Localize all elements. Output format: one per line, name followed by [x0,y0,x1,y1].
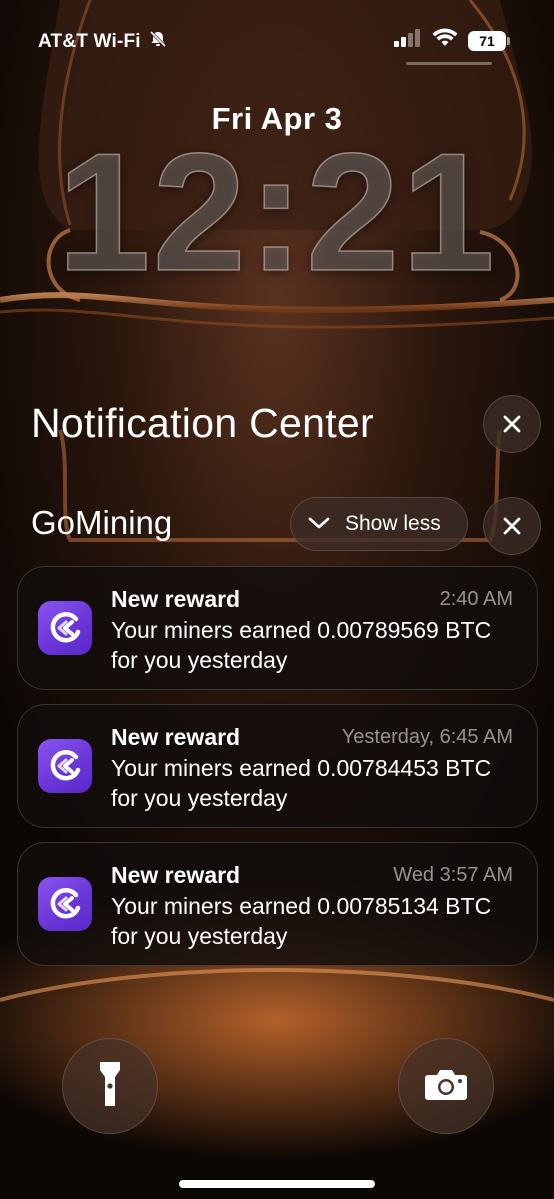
notification-card[interactable]: New reward 2:40 AM Your miners earned 0.… [17,566,538,690]
silent-bell-icon [149,30,167,54]
notification-card[interactable]: New reward Wed 3:57 AM Your miners earne… [17,842,538,966]
carrier-label: AT&T Wi-Fi [38,31,141,52]
home-indicator[interactable] [179,1180,375,1188]
notification-time: Wed 3:57 AM [393,864,513,886]
show-less-button[interactable]: Show less [290,497,468,551]
cellular-signal-icon [394,29,422,52]
close-icon [502,516,522,536]
wifi-icon [432,28,458,53]
battery-level: 71 [479,32,495,49]
notification-body: Your miners earned 0.00785134 BTC for yo… [111,893,492,949]
group-clear-button[interactable] [483,497,541,555]
notification-center-title: Notification Center [31,400,374,446]
gomining-app-icon [38,601,92,655]
notification-title: New reward [111,862,241,888]
close-icon [502,414,522,434]
notification-body: Your miners earned 0.00789569 BTC for yo… [111,617,492,673]
carrier: AT&T Wi-Fi [38,30,167,54]
status-bar: AT&T Wi-Fi 71 [0,0,554,84]
notification-title: New reward [111,724,241,750]
flashlight-icon [99,1060,121,1113]
notification-title: New reward [111,586,241,612]
notification-center-clear-button[interactable] [483,395,541,453]
gomining-app-icon [38,877,92,931]
lock-time: 12:21 [56,118,497,306]
battery-icon: 71 [468,30,510,51]
notification-time: Yesterday, 6:45 AM [341,726,513,748]
chevron-down-icon [307,512,331,536]
group-app-name: GoMining [31,504,173,541]
notification-body: Your miners earned 0.00784453 BTC for yo… [111,755,492,811]
gomining-app-icon [38,739,92,793]
notification-time: 2:40 AM [439,588,513,610]
camera-button[interactable] [398,1038,494,1134]
flashlight-button[interactable] [62,1038,158,1134]
camera-icon [424,1067,468,1106]
show-less-label: Show less [345,512,441,535]
status-underline [406,62,492,65]
notification-card[interactable]: New reward Yesterday, 6:45 AM Your miner… [17,704,538,828]
status-icons: 71 [394,28,510,53]
